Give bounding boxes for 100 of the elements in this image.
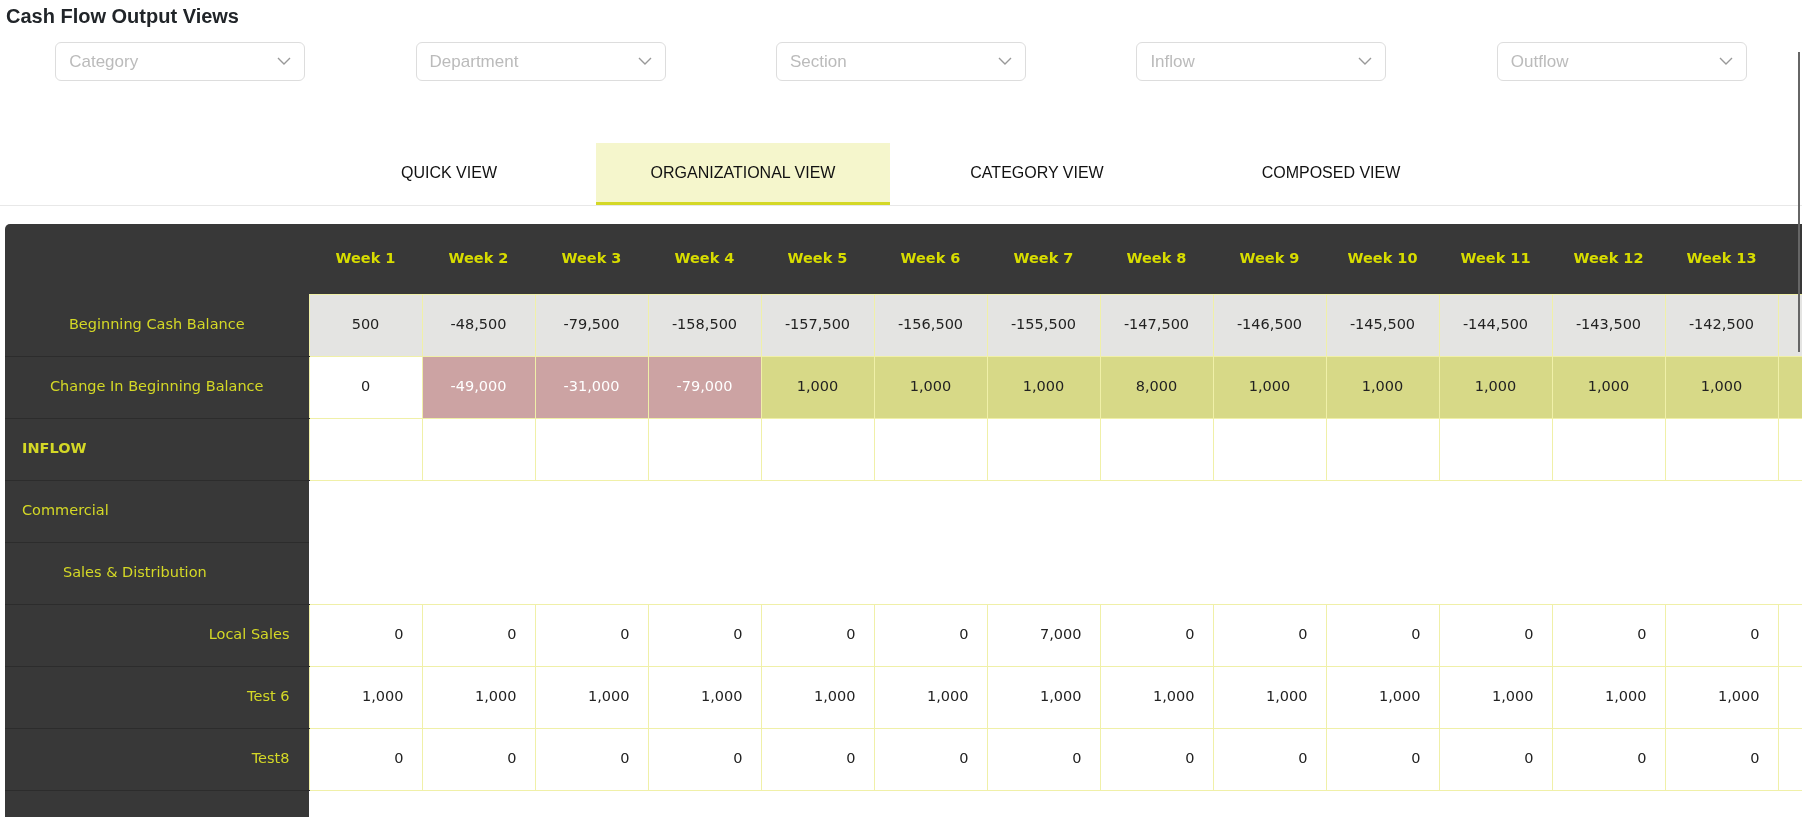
filter-dropdown[interactable]: Section [776, 42, 1026, 81]
row-label: Beginning Cash Balance [5, 294, 309, 356]
table-cell: 0 [874, 604, 987, 666]
table-cell: 0 [1100, 604, 1213, 666]
row-label: Test 6 [5, 666, 309, 728]
row-label: Sales & Distribution [5, 542, 309, 604]
table-cell: 1,000 [1439, 356, 1552, 418]
table-cell: 0 [1552, 604, 1665, 666]
table-cell: 0 [1326, 604, 1439, 666]
view-tab[interactable]: COMPOSED VIEW [1184, 143, 1478, 205]
table-cell: 0 [535, 604, 648, 666]
table-cell: 0 [761, 728, 874, 790]
table-cell: 0 [1100, 728, 1213, 790]
table-cell: -143,500 [1552, 294, 1665, 356]
table-cell: -31,000 [535, 356, 648, 418]
page-title: Cash Flow Output Views [6, 4, 240, 28]
view-tab[interactable]: CATEGORY VIEW [890, 143, 1184, 205]
chevron-down-icon [1358, 57, 1373, 66]
column-header: Week 4 [648, 224, 761, 294]
column-header: Week 10 [1326, 224, 1439, 294]
table-cell: -79,500 [535, 294, 648, 356]
table-cell: -144,500 [1439, 294, 1552, 356]
table-cell: 1,000 [761, 666, 874, 728]
table-cell: 0 [1213, 728, 1326, 790]
column-header: Week 8 [1100, 224, 1213, 294]
table-cell: 0 [309, 604, 422, 666]
table-cell: -145,500 [1326, 294, 1439, 356]
table-cell: -142,500 [1665, 294, 1778, 356]
filter-dropdown[interactable]: Department [415, 42, 666, 81]
filter-dropdown[interactable]: Inflow [1136, 42, 1387, 81]
table-cell: -156,500 [874, 294, 987, 356]
table-cell: 1,000 [874, 356, 987, 418]
table-cell: 0 [535, 728, 648, 790]
table-cell: 0 [1439, 604, 1552, 666]
table-cell: 0 [1552, 728, 1665, 790]
table-cell: 0 [1213, 604, 1326, 666]
column-header: Week 13 [1665, 224, 1778, 294]
table-cell: -155,500 [987, 294, 1100, 356]
table-cell: 0 [309, 728, 422, 790]
row-label: Commercial [5, 480, 309, 542]
table-cell: 0 [1665, 604, 1778, 666]
table-cell: 0 [874, 728, 987, 790]
table-cell: 1,000 [874, 666, 987, 728]
row-label: Local Sales [5, 604, 309, 666]
table-cell: -157,500 [761, 294, 874, 356]
filter-dropdown[interactable]: Outflow [1496, 42, 1747, 81]
row-label: Test8 [5, 728, 309, 790]
column-header: Week 6 [874, 224, 987, 294]
column-header: Week 2 [422, 224, 535, 294]
chevron-down-icon [277, 57, 292, 66]
table-cell: 8,000 [1100, 356, 1213, 418]
table-cell: 1,000 [1213, 356, 1326, 418]
table-cell: -79,000 [648, 356, 761, 418]
table-cell: -48,500 [422, 294, 535, 356]
table-cell: 1,000 [1552, 356, 1665, 418]
scrollbar-thumb[interactable] [1798, 52, 1800, 352]
view-tab[interactable]: QUICK VIEW [302, 143, 596, 205]
filter-dropdown[interactable]: Category [55, 42, 306, 81]
column-header: Week 3 [535, 224, 648, 294]
table-cell: 1,000 [309, 666, 422, 728]
table-cell: -147,500 [1100, 294, 1213, 356]
chevron-down-icon [998, 57, 1012, 66]
table-cell: 1,000 [535, 666, 648, 728]
table-cell: 0 [309, 356, 422, 418]
chevron-down-icon [1718, 57, 1733, 66]
table-cell: 1,000 [1439, 666, 1552, 728]
column-header: Week 1 [309, 224, 422, 294]
table-cell: 1,000 [1552, 666, 1665, 728]
table-cell: 1,000 [1326, 666, 1439, 728]
table-cell: 0 [987, 728, 1100, 790]
table-cell: 0 [648, 728, 761, 790]
table-cell: 1,000 [761, 356, 874, 418]
table-cell: 0 [422, 604, 535, 666]
table-cell: 1,000 [1326, 356, 1439, 418]
table-cell: 0 [422, 728, 535, 790]
table-cell: 1,000 [987, 666, 1100, 728]
table-cell: 1,000 [1665, 356, 1778, 418]
table-cell: 7,000 [987, 604, 1100, 666]
table-cell: 1,000 [1665, 666, 1778, 728]
column-header: Week 5 [761, 224, 874, 294]
table-cell: 0 [648, 604, 761, 666]
view-tab[interactable]: ORGANIZATIONAL VIEW [596, 143, 890, 205]
row-label: Change In Beginning Balance [5, 356, 309, 418]
table-cell: 1,000 [422, 666, 535, 728]
table-cell: -158,500 [648, 294, 761, 356]
table-cell: 0 [1665, 728, 1778, 790]
table-cell: 0 [1326, 728, 1439, 790]
column-header: Week 9 [1213, 224, 1326, 294]
table-cell: 1,000 [1213, 666, 1326, 728]
table-cell: 1,000 [1100, 666, 1213, 728]
table-cell: 1,000 [987, 356, 1100, 418]
table-cell: 0 [1439, 728, 1552, 790]
table-cell: -146,500 [1213, 294, 1326, 356]
table-cell: -49,000 [422, 356, 535, 418]
table-cell: 1,000 [648, 666, 761, 728]
table-cell: 500 [309, 294, 422, 356]
chevron-down-icon [637, 57, 652, 66]
table-cell: 0 [761, 604, 874, 666]
column-header: Week 11 [1439, 224, 1552, 294]
column-header: Week 12 [1552, 224, 1665, 294]
